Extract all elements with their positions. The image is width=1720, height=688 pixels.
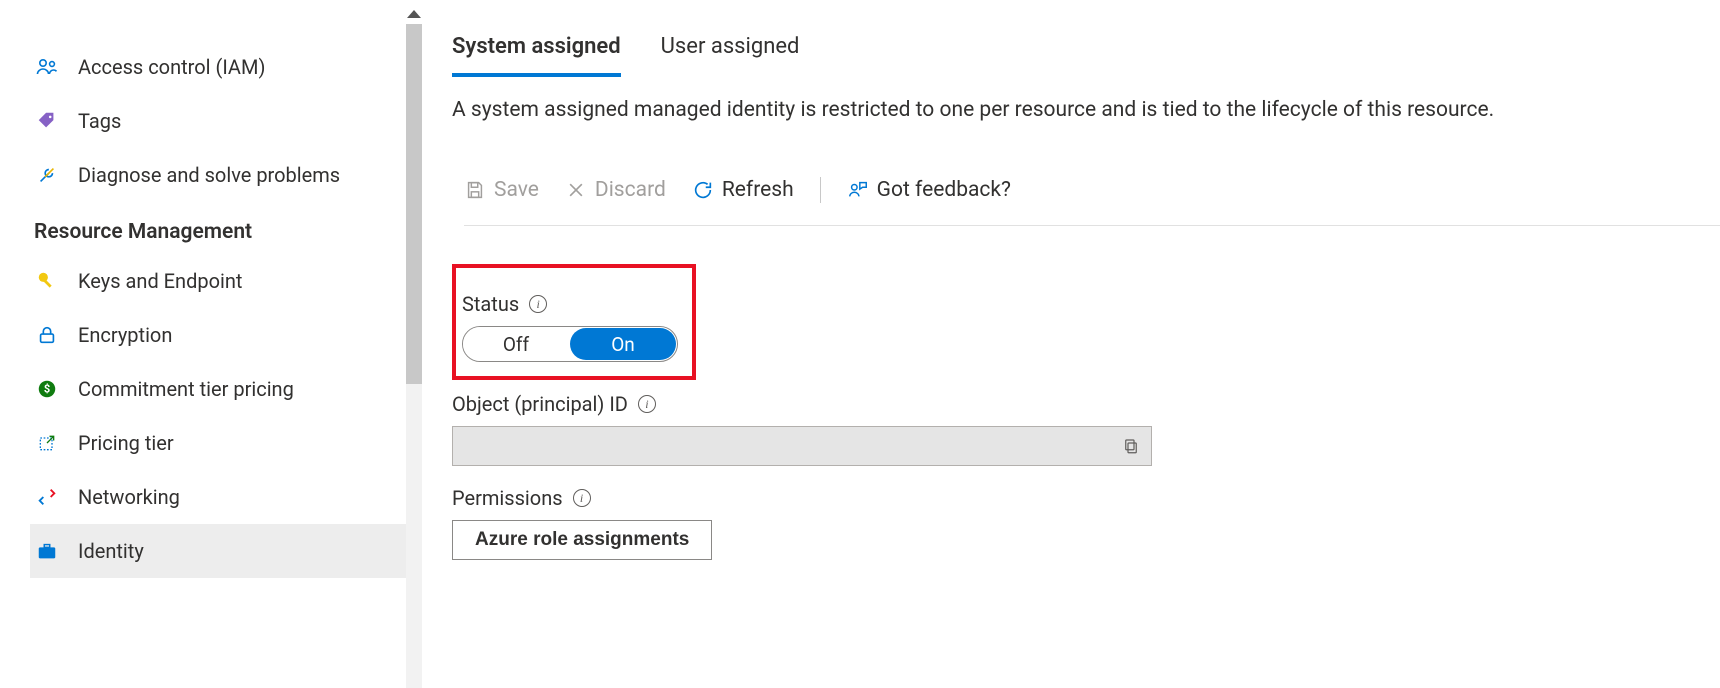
refresh-button[interactable]: Refresh xyxy=(692,178,794,202)
save-label: Save xyxy=(494,178,539,202)
permissions-label-row: Permissions i xyxy=(452,486,1720,510)
copy-icon[interactable] xyxy=(1121,436,1141,456)
sidebar-item-label: Tags xyxy=(78,109,121,133)
discard-button: Discard xyxy=(565,178,666,202)
toolbar-separator xyxy=(820,177,821,203)
command-bar: Save Discard Refresh Got fe xyxy=(464,177,1720,226)
tools-icon xyxy=(34,162,60,188)
object-id-field: Object (principal) ID i xyxy=(452,392,1720,466)
tab-description: A system assigned managed identity is re… xyxy=(452,95,1720,125)
sidebar: Access control (IAM) Tags Diagnose and s… xyxy=(0,0,424,688)
key-icon xyxy=(34,268,60,294)
tab-user-assigned[interactable]: User assigned xyxy=(661,34,800,77)
people-icon xyxy=(34,54,60,80)
network-icon xyxy=(34,484,60,510)
sidebar-item-encryption[interactable]: Encryption xyxy=(30,308,416,362)
sidebar-item-label: Commitment tier pricing xyxy=(78,377,294,401)
sidebar-item-pricing-tier[interactable]: Pricing tier xyxy=(30,416,416,470)
sidebar-item-label: Diagnose and solve problems xyxy=(78,163,340,187)
refresh-icon xyxy=(692,179,714,201)
sidebar-item-commitment-tier[interactable]: $ Commitment tier pricing xyxy=(30,362,416,416)
sidebar-item-label: Identity xyxy=(78,539,144,563)
sidebar-item-label: Keys and Endpoint xyxy=(78,269,242,293)
tag-icon xyxy=(34,108,60,134)
feedback-label: Got feedback? xyxy=(877,178,1011,202)
object-id-label-row: Object (principal) ID i xyxy=(452,392,1720,416)
sidebar-item-identity[interactable]: Identity xyxy=(30,524,416,578)
permissions-field: Permissions i Azure role assignments xyxy=(452,486,1720,560)
scroll-thumb[interactable] xyxy=(406,24,422,384)
permissions-label: Permissions xyxy=(452,486,563,510)
sidebar-item-tags[interactable]: Tags xyxy=(30,94,416,148)
identity-tabs: System assigned User assigned xyxy=(452,34,1720,77)
discard-label: Discard xyxy=(595,178,666,202)
sidebar-section-header: Resource Management xyxy=(30,220,416,244)
sidebar-item-access-control[interactable]: Access control (IAM) xyxy=(30,40,416,94)
sidebar-item-label: Networking xyxy=(78,485,180,509)
save-button: Save xyxy=(464,178,539,202)
feedback-icon xyxy=(847,179,869,201)
status-highlight-box: Status i Off On xyxy=(452,264,696,380)
save-icon xyxy=(464,179,486,201)
object-id-label: Object (principal) ID xyxy=(452,392,628,416)
briefcase-icon xyxy=(34,538,60,564)
sidebar-item-keys-endpoint[interactable]: Keys and Endpoint xyxy=(30,254,416,308)
discard-icon xyxy=(565,179,587,201)
tab-system-assigned[interactable]: System assigned xyxy=(452,34,621,77)
launch-icon xyxy=(34,430,60,456)
status-toggle-on[interactable]: On xyxy=(570,328,676,360)
sidebar-item-diagnose[interactable]: Diagnose and solve problems xyxy=(30,148,416,202)
azure-role-assignments-button[interactable]: Azure role assignments xyxy=(452,520,712,560)
status-toggle[interactable]: Off On xyxy=(462,326,678,362)
info-icon[interactable]: i xyxy=(529,295,547,313)
sidebar-scrollbar[interactable] xyxy=(404,0,424,688)
status-toggle-off[interactable]: Off xyxy=(463,327,569,361)
svg-text:$: $ xyxy=(44,383,50,396)
sidebar-item-networking[interactable]: Networking xyxy=(30,470,416,524)
feedback-button[interactable]: Got feedback? xyxy=(847,178,1011,202)
status-label-row: Status i xyxy=(462,292,678,316)
lock-icon xyxy=(34,322,60,348)
object-id-value xyxy=(452,426,1152,466)
scroll-track[interactable] xyxy=(406,24,422,688)
sidebar-item-label: Access control (IAM) xyxy=(78,55,265,79)
refresh-label: Refresh xyxy=(722,178,794,202)
info-icon[interactable]: i xyxy=(573,489,591,507)
main-content: System assigned User assigned A system a… xyxy=(424,0,1720,688)
scroll-up-arrow-icon[interactable] xyxy=(407,10,421,18)
info-icon[interactable]: i xyxy=(638,395,656,413)
sidebar-item-label: Encryption xyxy=(78,323,172,347)
sidebar-item-label: Pricing tier xyxy=(78,431,174,455)
status-label: Status xyxy=(462,292,519,316)
dollar-circle-icon: $ xyxy=(34,376,60,402)
